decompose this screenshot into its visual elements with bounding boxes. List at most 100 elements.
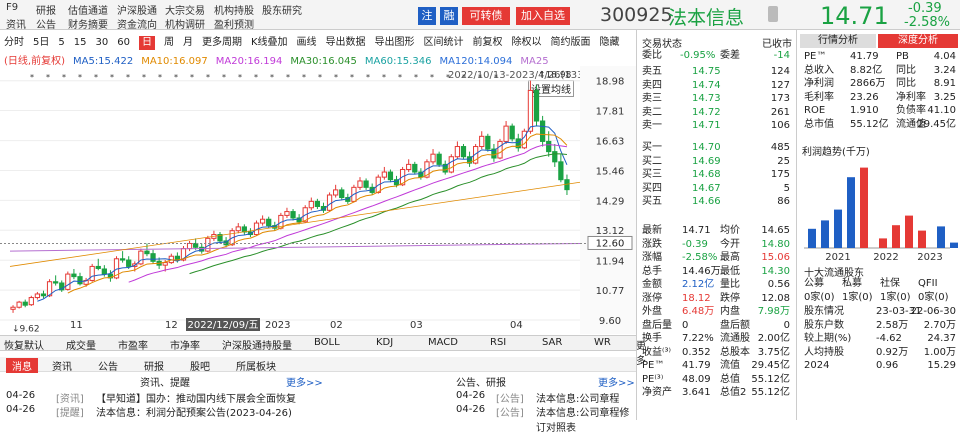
news-cell[interactable]: 法本信息:公司章程修订对照表 (536, 404, 636, 434)
indicator-tab-5[interactable]: BOLL (314, 337, 340, 348)
news-tab-2[interactable]: 公告 (98, 358, 118, 373)
menu-item-inst-survey[interactable]: 机构调研 (165, 16, 205, 31)
margin-button[interactable]: 注 (418, 7, 436, 25)
toolbar-item-16[interactable]: 除权以 (512, 36, 542, 50)
news-tab-4[interactable]: 股吧 (190, 358, 210, 373)
candle-body (539, 120, 546, 142)
news-col2-title: 公告、研报 (456, 378, 506, 389)
toolbar-item-17[interactable]: 简约版面 (551, 36, 591, 50)
toolbar-item-13[interactable]: 导出图形 (375, 36, 415, 50)
toolbar-item-15[interactable]: 前复权 (473, 36, 503, 50)
indicator-tab-10[interactable]: WR (594, 337, 611, 348)
x-tick: 2023 (265, 320, 290, 331)
toolbar-item-0[interactable]: 分时 (4, 36, 24, 50)
menu-item-valuation[interactable]: 估值通道 (68, 2, 108, 17)
news-cell: 04-26 (6, 390, 36, 401)
toolbar-item-2[interactable]: 5 (58, 36, 64, 50)
candle-body (193, 242, 199, 248)
signal-marker: * (110, 73, 114, 82)
candle-body (333, 189, 339, 196)
candle-body (363, 180, 369, 188)
stock-code: 300925 (600, 4, 673, 26)
indicator-tab-9[interactable]: SAR (542, 337, 562, 348)
signal-marker: * (158, 73, 162, 82)
indicator-tab-3[interactable]: 市净率 (170, 337, 200, 352)
candle-body (387, 171, 394, 181)
menu-item-inst-holding[interactable]: 机构持股 (214, 2, 254, 17)
indicator-tab-6[interactable]: KDJ (376, 337, 393, 348)
candle-body (126, 259, 132, 267)
candle-body (314, 200, 321, 207)
indicator-tab-2[interactable]: 市盈率 (118, 337, 148, 352)
toolbar-item-9[interactable]: 更多周期 (202, 36, 242, 50)
news-tab-5[interactable]: 所属板块 (236, 358, 276, 373)
candle-body (53, 281, 59, 284)
news-cell[interactable]: 法本信息:公司章程 (536, 390, 619, 405)
candle-body (339, 189, 345, 199)
announce-more-link[interactable]: 更多>> (598, 374, 635, 389)
toolbar-item-14[interactable]: 区间统计 (424, 36, 464, 50)
cursor-price: 12.60 (596, 238, 625, 249)
candle-body (150, 253, 156, 262)
news-cell[interactable]: 【早知道】国办：推动国内线下展会全面恢复 (96, 390, 296, 405)
toolbar-item-18[interactable]: 隐藏 (600, 36, 620, 50)
toolbar-item-7[interactable]: 周 (164, 36, 174, 50)
ma-line (189, 153, 568, 275)
toolbar-item-4[interactable]: 30 (95, 36, 108, 50)
convertible-bond-button[interactable]: 可转债 (462, 7, 510, 25)
toolbar-item-8[interactable]: 月 (183, 36, 193, 50)
tab-deep-analysis[interactable]: 深度分析 (878, 34, 958, 48)
ask-book: 卖五 14.75 124 卖四 14.74 127 卖三 14.73 173 卖二 14.72 261… (642, 65, 792, 133)
candle-body (503, 125, 509, 142)
candle-body (10, 306, 16, 310)
indicator-tab-7[interactable]: MACD (428, 337, 458, 348)
candle-body (162, 262, 168, 266)
indicator-tab-1[interactable]: 成交量 (66, 337, 96, 352)
candle-body (527, 89, 534, 132)
toolbar-item-6[interactable]: 日 (138, 36, 155, 50)
holder-values: 0家(0) 1家(0) 1家(0) 0家(0) (804, 291, 949, 303)
menu-item-info[interactable]: 资讯 (6, 16, 26, 31)
news-tab-1[interactable]: 资讯 (52, 358, 72, 373)
trend-bar (950, 242, 958, 248)
add-watchlist-button[interactable]: 加入自选 (516, 7, 570, 25)
menu-item-hk-connect[interactable]: 沪深股通 (117, 2, 157, 17)
candle-body (509, 125, 515, 140)
toolbar-item-12[interactable]: 导出数据 (326, 36, 366, 50)
menu-item-announce[interactable]: 公告 (36, 16, 56, 31)
candle-body (412, 163, 418, 173)
news-tab-3[interactable]: 研报 (144, 358, 164, 373)
news-more-link[interactable]: 更多>> (286, 374, 323, 389)
menu-item-forecast[interactable]: 盈利预测 (214, 16, 254, 31)
x-tick: 02 (330, 320, 343, 331)
indicator-tab-0[interactable]: 恢复默认 (4, 337, 44, 352)
toolbar-item-10[interactable]: K线叠加 (251, 36, 288, 50)
menu-item-holder-research[interactable]: 股东研究 (262, 2, 302, 17)
candle-body (235, 226, 241, 232)
news-tab-0[interactable]: 消息 (6, 358, 38, 373)
toolbar-item-11[interactable]: 画线 (297, 36, 317, 50)
indicator-tab-4[interactable]: 沪深股通持股量 (222, 337, 292, 352)
candle-body (558, 161, 564, 181)
signal-marker: * (238, 73, 242, 82)
kline-chart[interactable]: 18.98 17.81 16.63 15.46 14.29 13.12 11.94 10.77… (0, 66, 636, 334)
book-row: 买二 14.69 25 (642, 155, 790, 167)
tab-market-analysis[interactable]: 行情分析 (800, 34, 876, 48)
menu-item-finance[interactable]: 财务摘要 (68, 16, 108, 31)
financing-button[interactable]: 融 (440, 7, 458, 25)
signal-marker: * (222, 73, 226, 82)
bid-ratio-row: 委比 -0.95% 委差 -14 (642, 50, 790, 61)
candle-body (546, 140, 552, 153)
menu-item-research[interactable]: 研报 (36, 2, 56, 17)
toolbar-item-5[interactable]: 60 (117, 36, 130, 50)
toolbar-item-3[interactable]: 15 (74, 36, 87, 50)
menu-item-fund-flow[interactable]: 资金流向 (117, 16, 157, 31)
indicator-tab-8[interactable]: RSI (490, 337, 506, 348)
favorite-icon[interactable] (768, 6, 778, 22)
toolbar-item-1[interactable]: 5日 (33, 36, 49, 50)
menu-item-block-trade[interactable]: 大宗交易 (165, 2, 205, 17)
news-cell[interactable]: 法本信息：利润分配预案公告(2023-04-26) (96, 404, 292, 419)
candle-body (144, 250, 150, 255)
shareholder-row: 人均持股 0.92万 1.00万 (804, 346, 956, 358)
ma120-line (9, 181, 581, 267)
